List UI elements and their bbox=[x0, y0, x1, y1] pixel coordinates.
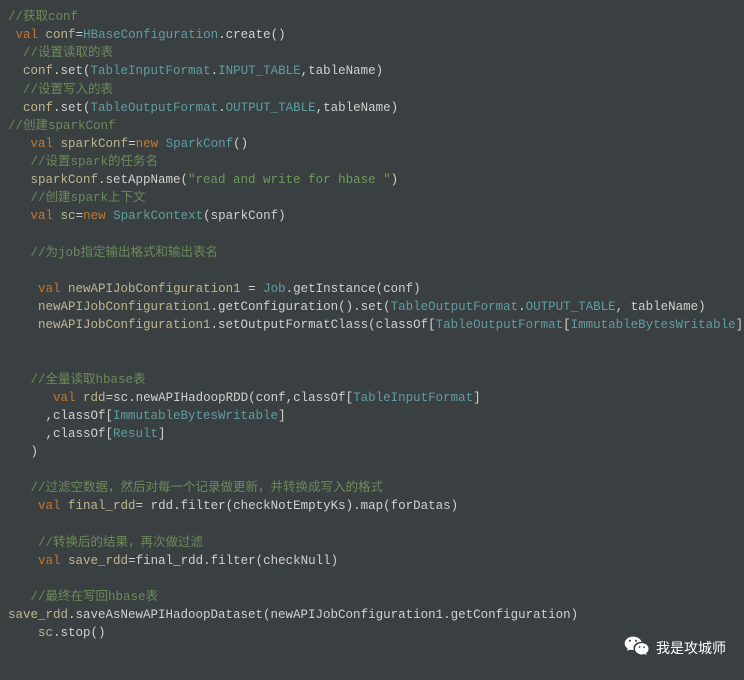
code-line: sparkConf.setAppName("read and write for… bbox=[8, 171, 744, 189]
code-line bbox=[8, 334, 744, 352]
code-block: //获取conf val conf=HBaseConfiguration.cre… bbox=[8, 8, 744, 642]
code-line: //设置写入的表 bbox=[8, 81, 744, 99]
code-line bbox=[8, 461, 744, 479]
code-line: //创建spark上下文 bbox=[8, 189, 744, 207]
code-line bbox=[8, 570, 744, 588]
code-line bbox=[8, 226, 744, 244]
code-line: //设置spark的任务名 bbox=[8, 153, 744, 171]
code-line: //获取conf bbox=[8, 8, 744, 26]
code-line: //过滤空数据，然后对每一个记录做更新，并转换成写入的格式 bbox=[8, 479, 744, 497]
code-line bbox=[8, 262, 744, 280]
code-line: val save_rdd=final_rdd.filter(checkNull) bbox=[8, 552, 744, 570]
code-line: val newAPIJobConfiguration1 = Job.getIns… bbox=[8, 280, 744, 298]
code-line: //设置读取的表 bbox=[8, 44, 744, 62]
code-line: newAPIJobConfiguration1.getConfiguration… bbox=[8, 298, 744, 316]
code-line: ,classOf[ImmutableBytesWritable] bbox=[8, 407, 744, 425]
code-line bbox=[8, 516, 744, 534]
watermark-text: 我是攻城师 bbox=[656, 638, 726, 658]
code-line: //最终在写回hbase表 bbox=[8, 588, 744, 606]
watermark: 我是攻城师 bbox=[624, 635, 726, 662]
code-line: conf.set(TableOutputFormat.OUTPUT_TABLE,… bbox=[8, 99, 744, 117]
code-line: save_rdd.saveAsNewAPIHadoopDataset(newAP… bbox=[8, 606, 744, 624]
code-line: val conf=HBaseConfiguration.create() bbox=[8, 26, 744, 44]
code-line: //为job指定输出格式和输出表名 bbox=[8, 244, 744, 262]
code-line: val final_rdd= rdd.filter(checkNotEmptyK… bbox=[8, 497, 744, 515]
code-line: ) bbox=[8, 443, 744, 461]
code-line: conf.set(TableInputFormat.INPUT_TABLE,ta… bbox=[8, 62, 744, 80]
code-line: //转换后的结果，再次做过滤 bbox=[8, 534, 744, 552]
code-line: val sparkConf=new SparkConf() bbox=[8, 135, 744, 153]
code-line: //创建sparkConf bbox=[8, 117, 744, 135]
code-line: newAPIJobConfiguration1.setOutputFormatC… bbox=[8, 316, 744, 334]
wechat-icon bbox=[624, 635, 650, 662]
code-line bbox=[8, 352, 744, 370]
code-line: ,classOf[Result] bbox=[8, 425, 744, 443]
code-line: val rdd=sc.newAPIHadoopRDD(conf,classOf[… bbox=[8, 389, 744, 407]
code-line: //全量读取hbase表 bbox=[8, 371, 744, 389]
code-line: val sc=new SparkContext(sparkConf) bbox=[8, 207, 744, 225]
